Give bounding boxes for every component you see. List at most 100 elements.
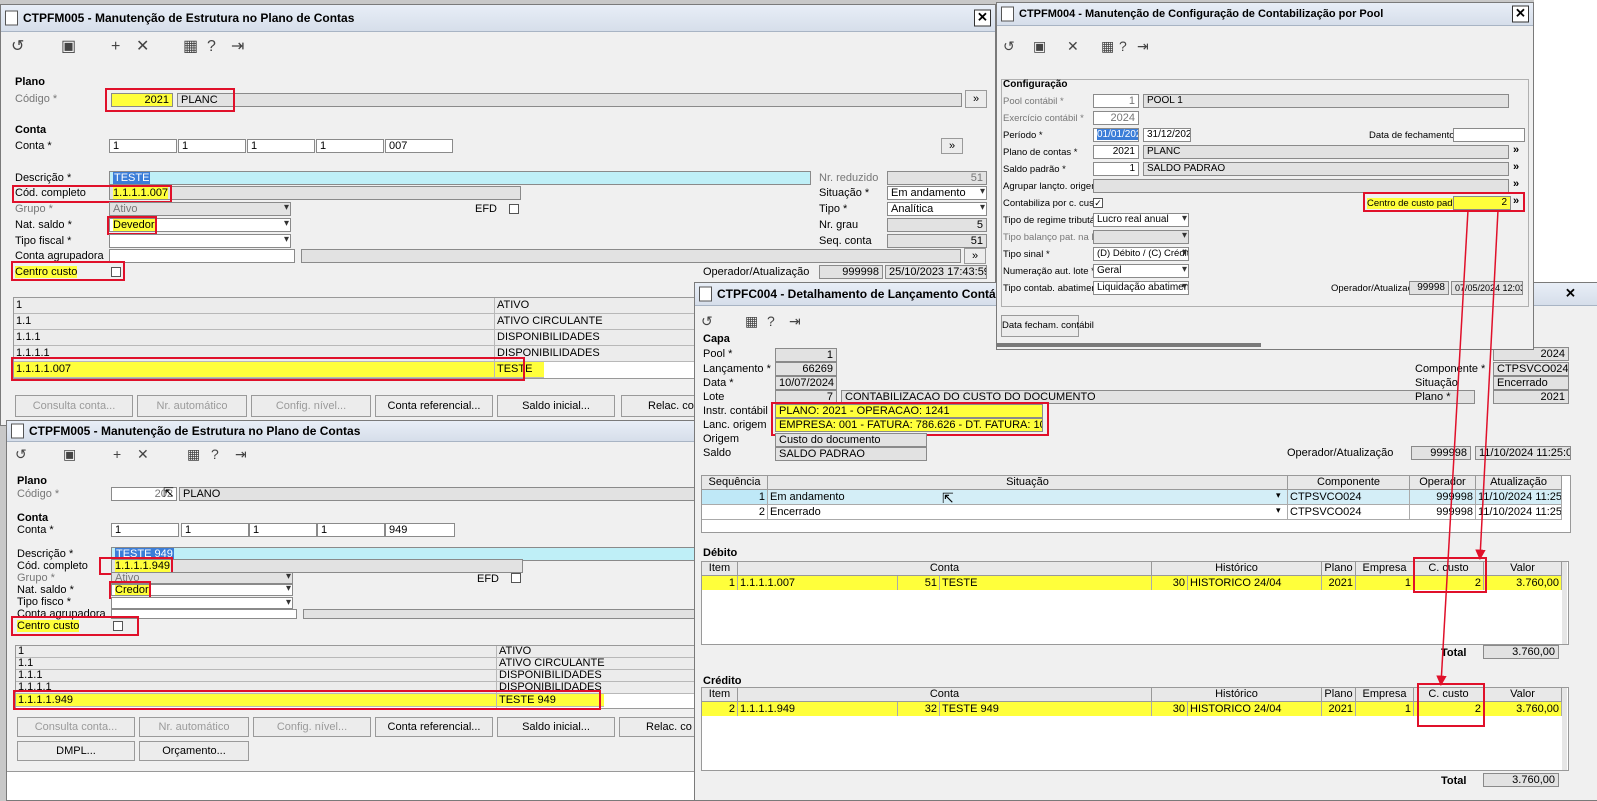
saldo-inicial-button[interactable]: Saldo inicial...	[497, 395, 615, 417]
conta-part-4[interactable]: 1	[317, 523, 385, 537]
tree-row[interactable]: 1.1.1 DISPONIBILIDADES	[16, 670, 713, 682]
window-title-bar[interactable]: CTPFM005 - Manutenção de Estrutura no Pl…	[7, 421, 713, 442]
orcamento-button[interactable]: Orçamento...	[139, 741, 249, 761]
efd-checkbox[interactable]	[509, 204, 519, 214]
conta-part-1[interactable]: 1	[111, 523, 179, 537]
conta-part-2[interactable]: 1	[178, 139, 246, 153]
history-row[interactable]: 2 Encerrado CTPSVCO024 999998 11/10/2024…	[702, 505, 1562, 520]
agrupar-lookup-button[interactable]: »	[1513, 178, 1519, 190]
grid-header[interactable]: Item	[702, 688, 738, 702]
window-title-bar[interactable]: CTPFM005 - Manutenção de Estrutura no Pl…	[1, 5, 995, 32]
tipo-fisco-select[interactable]	[111, 597, 293, 609]
balanco-select[interactable]	[1093, 230, 1189, 244]
abatimento-select[interactable]: Liquidação abatimento	[1093, 281, 1189, 295]
saldo-lookup-button[interactable]: »	[1513, 161, 1519, 173]
tipo-select[interactable]: Analítica	[887, 202, 987, 216]
conta-part-1[interactable]: 1	[109, 139, 177, 153]
tree-row[interactable]: 1 ATIVO	[14, 298, 714, 314]
numeracao-select[interactable]: Geral	[1093, 264, 1189, 278]
config-nivel-button[interactable]: Config. nível...	[253, 717, 371, 737]
conta-part-5[interactable]: 949	[385, 523, 455, 537]
undo-icon[interactable]: ↺	[701, 312, 713, 330]
add-icon[interactable]: +	[113, 445, 121, 463]
grid-header[interactable]: Operador	[1410, 476, 1476, 490]
grid-header[interactable]: Histórico	[1152, 688, 1322, 702]
codigo-lookup-button[interactable]: »	[965, 90, 987, 108]
grid-header[interactable]: Plano	[1322, 562, 1356, 576]
nr-automatico-button[interactable]: Nr. automático	[137, 395, 247, 417]
contabiliza-checkbox[interactable]: ✓	[1093, 198, 1103, 208]
scrollbar[interactable]	[1562, 562, 1567, 644]
conta-part-3[interactable]: 1	[249, 523, 317, 537]
calendar-icon[interactable]: ▦	[1101, 37, 1114, 55]
help-icon[interactable]: ?	[1119, 37, 1127, 55]
help-icon[interactable]: ?	[211, 445, 219, 463]
exit-icon[interactable]: ⇥	[789, 312, 801, 330]
conta-referencial-button[interactable]: Conta referencial...	[375, 395, 493, 417]
exit-icon[interactable]: ⇥	[1137, 37, 1149, 55]
nr-automatico-button[interactable]: Nr. automático	[139, 717, 249, 737]
regime-select[interactable]: Lucro real anual	[1093, 213, 1189, 227]
grid-header[interactable]: Valor	[1484, 562, 1562, 576]
save-icon[interactable]: ▣	[1033, 37, 1046, 55]
close-button[interactable]: ✕	[1563, 286, 1578, 302]
close-button[interactable]: ✕	[974, 9, 991, 27]
undo-icon[interactable]: ↺	[1003, 37, 1015, 55]
pool-field[interactable]: 1	[1093, 94, 1139, 108]
data-fech-button[interactable]: Data fecham. contábil	[1001, 315, 1094, 337]
calendar-icon[interactable]: ▦	[187, 445, 200, 463]
grid-header[interactable]: Histórico	[1152, 562, 1322, 576]
undo-icon[interactable]: ↺	[11, 38, 24, 56]
history-grid[interactable]: Sequência Situação Componente Operador A…	[701, 475, 1571, 533]
data-fech-field[interactable]	[1453, 128, 1525, 142]
grid-header[interactable]: Valor	[1484, 688, 1562, 702]
consulta-conta-button[interactable]: Consulta conta...	[17, 717, 135, 737]
grid-header[interactable]: Sequência	[702, 476, 768, 490]
tree-row[interactable]: 1.1 ATIVO CIRCULANTE	[16, 658, 713, 670]
scrollbar[interactable]	[1562, 688, 1567, 770]
tipo-fisco-select[interactable]	[109, 234, 291, 248]
grid-header[interactable]: Empresa	[1356, 688, 1414, 702]
grid-header[interactable]: Conta	[738, 688, 1152, 702]
undo-icon[interactable]: ↺	[15, 445, 27, 463]
grupo-select[interactable]: Ativo	[109, 202, 291, 216]
window-title-bar[interactable]: CTPFM004 - Manutenção de Configuração de…	[997, 3, 1533, 26]
plano-field[interactable]: 2021	[1093, 145, 1139, 159]
delete-icon[interactable]: ✕	[1067, 37, 1079, 55]
saldo-field[interactable]: 1	[1093, 162, 1139, 176]
sinal-select[interactable]: (D) Débito / (C) Crédito	[1093, 247, 1189, 261]
situacao-dropdown-icon[interactable]: ▾	[1276, 505, 1281, 516]
grid-header[interactable]: Atualização	[1476, 476, 1562, 490]
delete-icon[interactable]: ✕	[137, 445, 149, 463]
history-row-selected[interactable]: 1 Em andamento CTPSVCO024 999998 11/10/2…	[702, 490, 1562, 505]
saldo-inicial-button[interactable]: Saldo inicial...	[497, 717, 615, 737]
dmpl-button[interactable]: DMPL...	[17, 741, 135, 761]
exit-icon[interactable]: ⇥	[235, 445, 247, 463]
grid-header[interactable]: Plano	[1322, 688, 1356, 702]
conta-lookup-button[interactable]: »	[941, 138, 963, 154]
conta-part-4[interactable]: 1	[316, 139, 384, 153]
delete-icon[interactable]: ✕	[136, 38, 149, 56]
periodo-fim-field[interactable]: 31/12/2024	[1143, 128, 1191, 142]
conta-referencial-button[interactable]: Conta referencial...	[375, 717, 493, 737]
save-icon[interactable]: ▣	[61, 38, 76, 56]
conta-part-3[interactable]: 1	[247, 139, 315, 153]
help-icon[interactable]: ?	[207, 38, 216, 56]
conta-agrup-field[interactable]	[109, 249, 295, 263]
grid-header[interactable]: Componente	[1288, 476, 1410, 490]
help-icon[interactable]: ?	[767, 312, 775, 330]
grid-header[interactable]: Situação	[768, 476, 1288, 490]
tree-row[interactable]: 1 ATIVO	[16, 646, 713, 658]
descricao-field[interactable]: TESTE	[109, 171, 811, 185]
periodo-ini-field[interactable]: 01/01/2024	[1093, 128, 1139, 142]
situacao-select[interactable]: Em andamento	[887, 186, 987, 200]
exit-icon[interactable]: ⇥	[231, 38, 244, 56]
tree-row[interactable]: 1.1.1 DISPONIBILIDADES	[14, 330, 714, 346]
close-button[interactable]: ✕	[1512, 5, 1529, 23]
save-icon[interactable]: ▣	[63, 445, 76, 463]
situacao-dropdown-icon[interactable]: ▾	[1276, 490, 1281, 501]
conta-agrup-lookup-button[interactable]: »	[964, 248, 986, 264]
config-nivel-button[interactable]: Config. nível...	[251, 395, 371, 417]
exercicio-field[interactable]: 2024	[1093, 111, 1139, 125]
conta-part-2[interactable]: 1	[181, 523, 249, 537]
